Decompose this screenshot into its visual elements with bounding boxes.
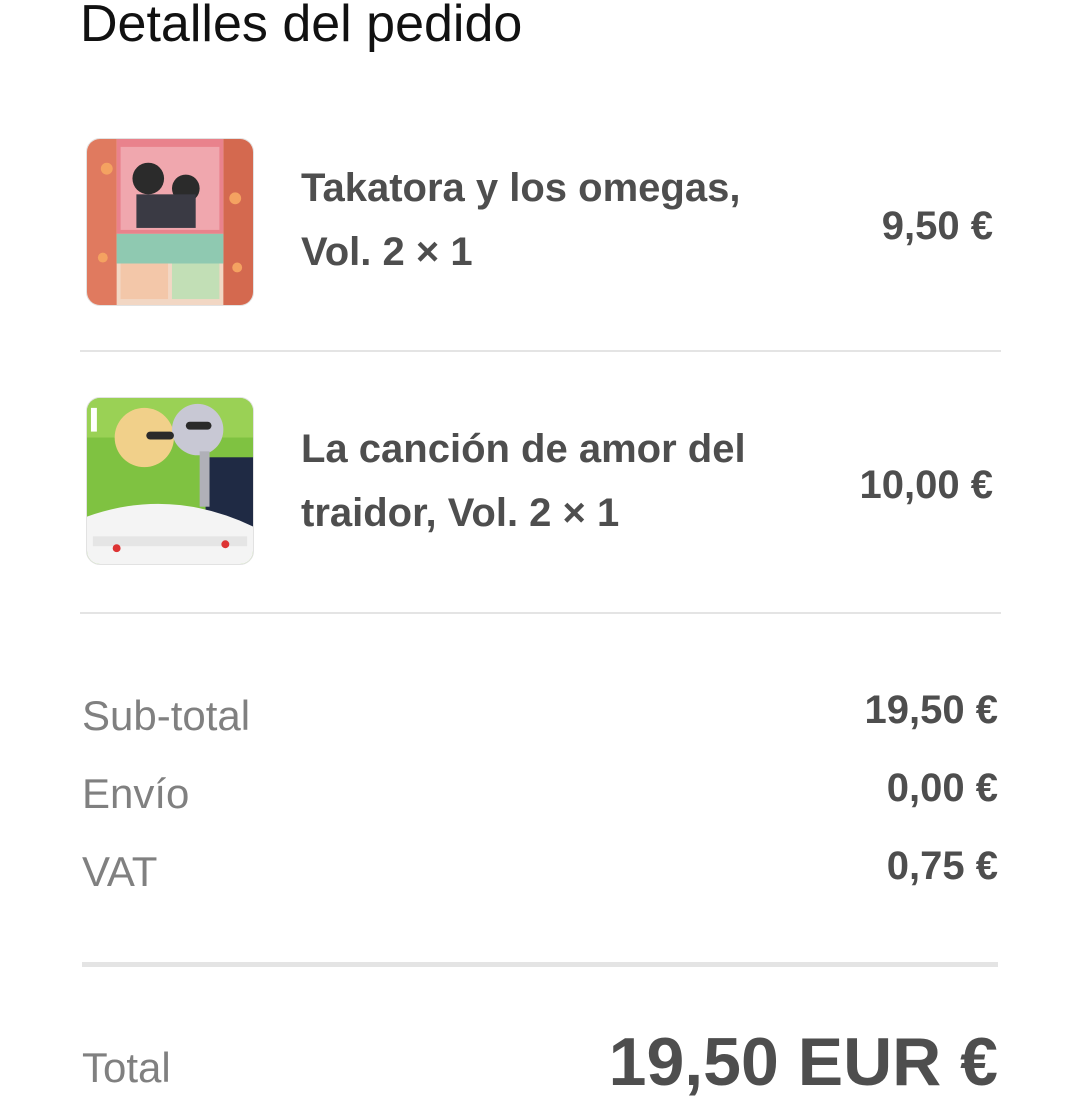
order-item: Takatora y los omegas, Vol. 2 × 1 9,50 € (80, 92, 1001, 352)
vat-label: VAT (82, 848, 158, 895)
subtotal-row: Sub-total 19,50 € (82, 688, 998, 748)
total-value: 19,50 EUR € (608, 1024, 998, 1100)
total-label: Total (82, 1044, 171, 1091)
vat-value: 0,75 € (886, 844, 998, 888)
shipping-row: Envío 0,00 € (82, 766, 998, 826)
subtotal-label: Sub-total (82, 692, 251, 739)
item-name: La canción de amor del traidor, Vol. 2 ×… (301, 427, 746, 535)
item-name: Takatora y los omegas, Vol. 2 × 1 (301, 166, 741, 274)
vat-row: VAT 0,75 € (82, 844, 998, 904)
order-item: La canción de amor del traidor, Vol. 2 ×… (80, 353, 1001, 613)
book-cover-image (86, 397, 254, 565)
divider (80, 612, 1001, 614)
page-title: Detalles del pedido (80, 0, 523, 53)
shipping-label: Envío (82, 770, 190, 817)
total-divider (82, 962, 998, 967)
divider (80, 350, 1001, 352)
item-price: 10,00 € (859, 463, 993, 507)
subtotal-value: 19,50 € (864, 688, 998, 732)
item-price: 9,50 € (881, 204, 993, 248)
total-row: Total 19,50 EUR € (82, 1020, 998, 1110)
book-cover-image (86, 138, 254, 306)
shipping-value: 0,00 € (886, 766, 998, 810)
